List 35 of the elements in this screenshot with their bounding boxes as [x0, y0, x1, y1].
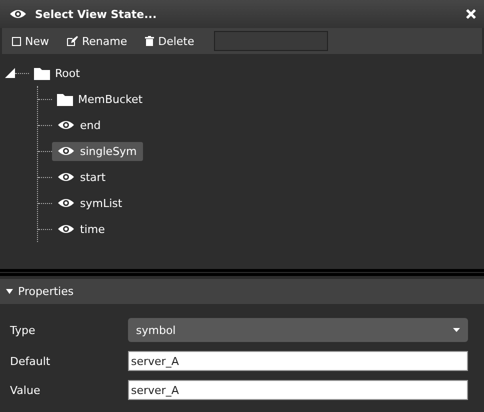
folder-icon	[57, 92, 73, 106]
eye-icon	[57, 145, 75, 157]
rename-button[interactable]: Rename	[61, 30, 134, 52]
field-label: Type	[10, 324, 36, 336]
input-field[interactable]: server_A	[128, 351, 468, 371]
eye-icon	[57, 197, 75, 209]
delete-button[interactable]: Delete	[139, 30, 200, 52]
field-label: Value	[10, 384, 42, 396]
eye-icon	[57, 223, 75, 235]
expander-icon[interactable]	[5, 68, 15, 78]
caret-icon	[453, 328, 460, 332]
input-field[interactable]: server_A	[128, 380, 468, 400]
section-title: Properties	[18, 285, 74, 298]
window-title: Select View State...	[35, 8, 158, 20]
type-dropdown[interactable]: symbol	[128, 318, 468, 342]
tree-item[interactable]: symList	[52, 194, 128, 212]
folder-icon	[34, 66, 50, 80]
tree-item[interactable]: time	[52, 220, 111, 238]
search-field[interactable]	[214, 31, 328, 51]
trash-icon	[145, 36, 154, 46]
tree-item[interactable]: MemBucket	[52, 90, 149, 108]
tree-item[interactable]: singleSym	[52, 142, 143, 160]
tree-item[interactable]: start	[52, 168, 112, 186]
square-icon	[12, 36, 21, 46]
caret-icon	[6, 289, 13, 294]
tree-item[interactable]: Root	[29, 64, 86, 82]
eye-icon	[9, 8, 27, 20]
new-button[interactable]: New	[6, 30, 55, 52]
section-header[interactable]: Properties	[0, 279, 484, 304]
eye-icon	[57, 171, 75, 183]
tree-item[interactable]: end	[52, 116, 107, 134]
field-label: Default	[10, 354, 52, 368]
eye-icon	[57, 119, 75, 131]
edit-icon	[67, 36, 78, 46]
close-icon[interactable]	[466, 9, 476, 19]
